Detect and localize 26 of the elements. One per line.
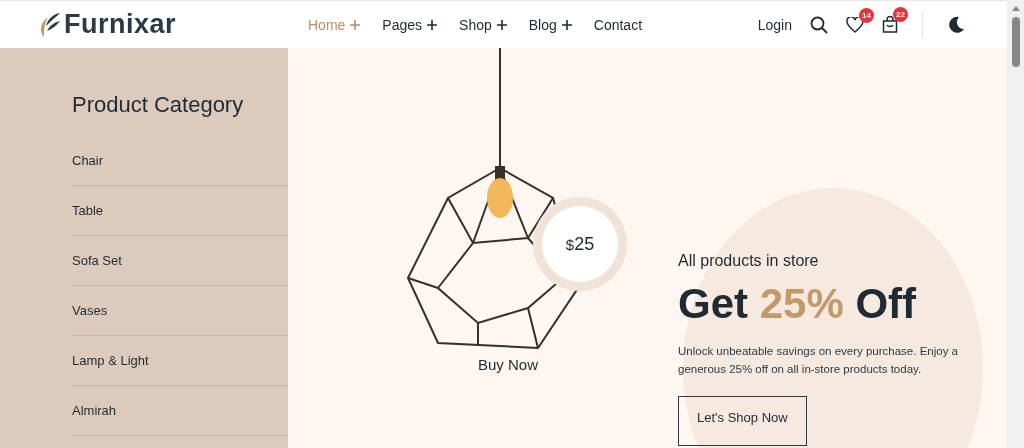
leaf-logo-icon — [38, 11, 62, 38]
scroll-up-icon[interactable] — [1011, 6, 1020, 11]
shopping-bag-icon[interactable] — [882, 16, 898, 33]
buy-now-link[interactable]: Buy Now — [478, 356, 538, 373]
search-icon[interactable] — [810, 15, 828, 34]
login-link[interactable]: Login — [757, 16, 792, 33]
plus-icon — [561, 19, 572, 30]
nav-link[interactable]: Shop — [459, 16, 507, 33]
cart-count: 22 — [893, 7, 908, 22]
shop-now-button[interactable]: Let's Shop Now — [678, 396, 807, 446]
heart-icon[interactable] — [846, 16, 864, 33]
scrollbar[interactable] — [1007, 0, 1024, 448]
hero-eyebrow: All products in store — [678, 252, 820, 270]
category-title: Product Category — [72, 92, 245, 118]
wishlist-count: 14 — [859, 7, 874, 23]
brand-name: Furnixar — [64, 9, 177, 40]
nav-link[interactable]: Blog — [528, 16, 572, 33]
plus-icon — [350, 19, 361, 30]
nav-link[interactable]: Contact — [593, 16, 643, 33]
hero-headline: Get 25% Off — [678, 280, 918, 328]
hero-description: Unlock unbeatable savings on every purchase. Enjoy a generous 25% off on all in-store products today. — [678, 344, 959, 377]
nav-link[interactable]: Pages — [382, 16, 438, 33]
plus-icon — [427, 19, 438, 30]
plus-icon — [496, 19, 507, 30]
moon-icon[interactable] — [947, 15, 965, 34]
scrollbar-thumb[interactable] — [1011, 17, 1020, 67]
